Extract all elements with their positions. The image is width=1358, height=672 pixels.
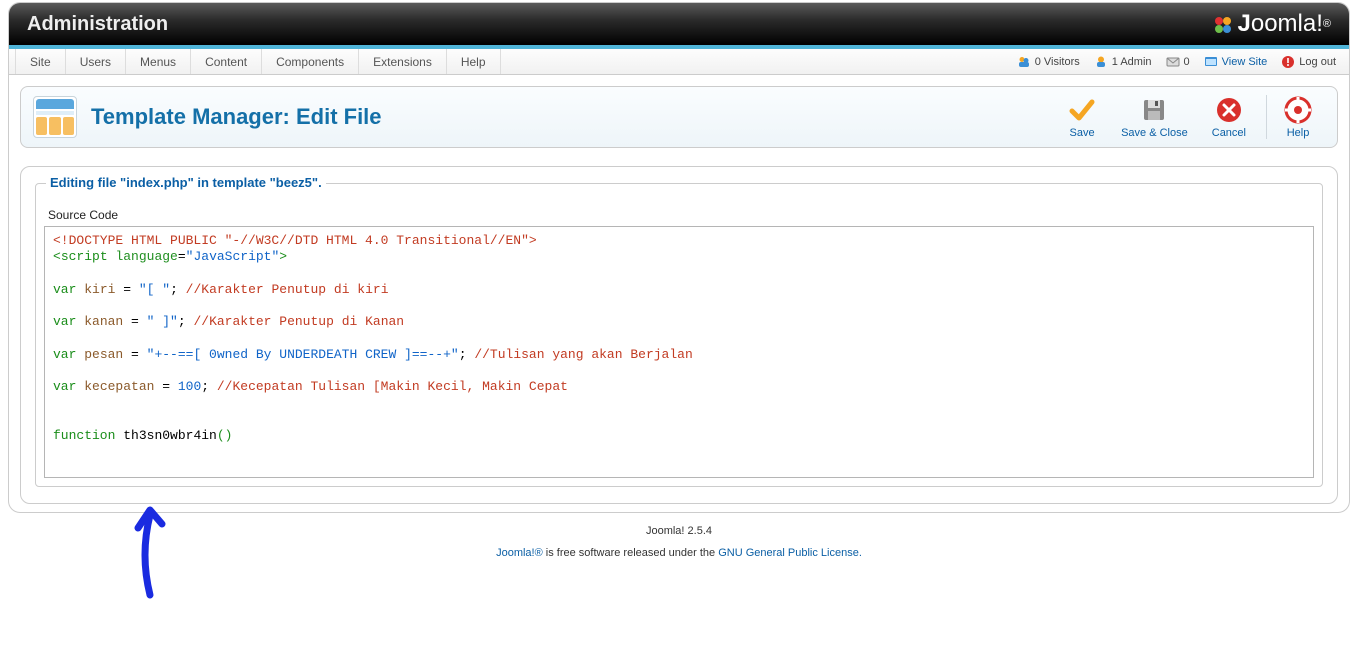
menu-menus[interactable]: Menus bbox=[126, 49, 191, 74]
status-visitors[interactable]: 0 Visitors bbox=[1010, 55, 1087, 69]
cancel-icon bbox=[1214, 95, 1244, 125]
status-admin[interactable]: 1 Admin bbox=[1087, 55, 1159, 69]
admin-icon bbox=[1094, 55, 1108, 69]
save-icon bbox=[1067, 95, 1097, 125]
help-icon bbox=[1283, 95, 1313, 125]
menubar: Site Users Menus Content Components Exte… bbox=[9, 49, 1349, 75]
joomla-logo: Joomla! ® bbox=[1209, 10, 1331, 38]
logout-icon bbox=[1281, 55, 1295, 69]
footer-license: Joomla!® is free software released under… bbox=[0, 547, 1358, 559]
menu-help[interactable]: Help bbox=[447, 49, 501, 74]
status-messages[interactable]: 0 bbox=[1159, 55, 1197, 69]
footer: Joomla! 2.5.4 Joomla!® is free software … bbox=[0, 513, 1358, 559]
menu-content[interactable]: Content bbox=[191, 49, 262, 74]
page-title: Template Manager: Edit File bbox=[91, 104, 382, 130]
cancel-button[interactable]: Cancel bbox=[1200, 95, 1258, 139]
header-title: Administration bbox=[27, 13, 168, 36]
menu-components[interactable]: Components bbox=[262, 49, 359, 74]
content-panel: Editing file "index.php" in template "be… bbox=[20, 166, 1338, 504]
footer-joomla-link[interactable]: Joomla!® bbox=[496, 547, 543, 559]
page-toolbar: Template Manager: Edit File Save Save & … bbox=[20, 86, 1338, 148]
editor-legend: Editing file "index.php" in template "be… bbox=[46, 175, 326, 190]
viewsite-icon bbox=[1204, 55, 1218, 69]
save-close-button[interactable]: Save & Close bbox=[1109, 95, 1200, 139]
help-button[interactable]: Help bbox=[1266, 95, 1325, 139]
header-bar: Administration Joomla! ® bbox=[9, 3, 1349, 49]
joomla-icon bbox=[1209, 11, 1237, 37]
footer-version: Joomla! 2.5.4 bbox=[0, 525, 1358, 537]
template-manager-icon bbox=[33, 96, 77, 138]
visitors-icon bbox=[1017, 55, 1031, 69]
status-viewsite[interactable]: View Site bbox=[1197, 55, 1275, 69]
menu-users[interactable]: Users bbox=[66, 49, 126, 74]
source-code-label: Source Code bbox=[48, 208, 1314, 222]
save-button[interactable]: Save bbox=[1055, 95, 1109, 139]
floppy-icon bbox=[1139, 95, 1169, 125]
mail-icon bbox=[1166, 55, 1180, 69]
menu-site[interactable]: Site bbox=[15, 49, 66, 74]
menu-extensions[interactable]: Extensions bbox=[359, 49, 447, 74]
source-code-textarea[interactable]: <!DOCTYPE HTML PUBLIC "-//W3C//DTD HTML … bbox=[44, 226, 1314, 478]
editor-fieldset: Editing file "index.php" in template "be… bbox=[35, 183, 1323, 487]
status-logout[interactable]: Log out bbox=[1274, 55, 1343, 69]
footer-license-link[interactable]: GNU General Public License. bbox=[718, 547, 862, 559]
